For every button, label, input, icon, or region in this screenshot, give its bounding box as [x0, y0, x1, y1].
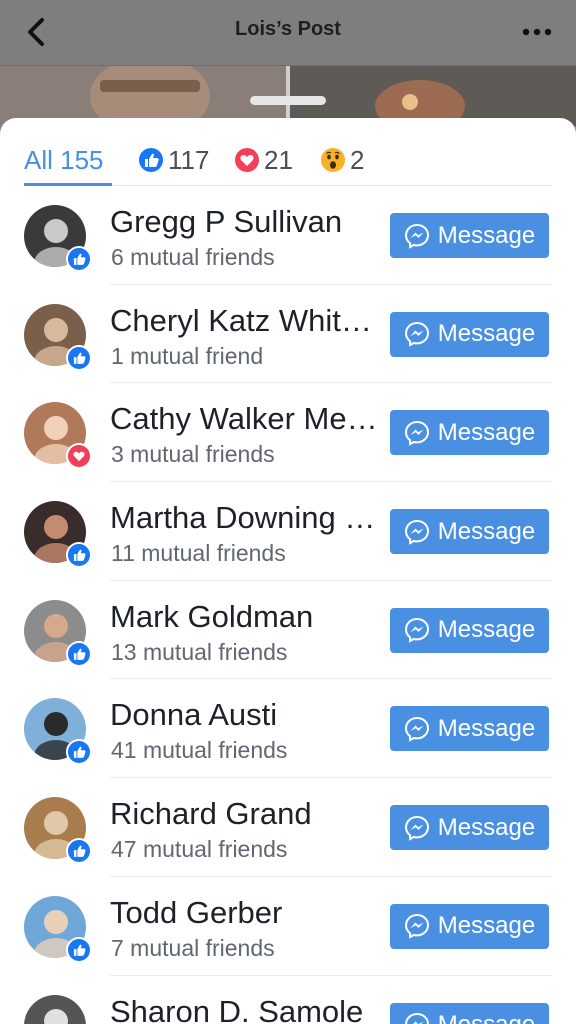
messenger-icon: [404, 420, 429, 446]
message-button[interactable]: Message: [390, 607, 549, 653]
message-button-label: Message: [438, 1011, 535, 1024]
message-button-label: Message: [437, 714, 536, 742]
drag-handle[interactable]: [250, 96, 326, 105]
list-item[interactable]: Richard Grand 47 mutual friends Message: [0, 778, 576, 877]
reaction-badge: [66, 246, 92, 272]
message-button[interactable]: Message: [390, 706, 549, 752]
heart-icon: [235, 148, 259, 172]
tab-all-label: All 155: [24, 144, 104, 175]
reaction-badge: [66, 838, 92, 865]
like-icon: [139, 148, 163, 172]
like-icon: [68, 248, 90, 270]
page-title: Lois’s Post: [235, 18, 341, 40]
tab-wow-count: 2: [350, 144, 365, 175]
message-button-label: Message: [437, 517, 536, 545]
message-button-label: Message: [437, 813, 536, 841]
list-item[interactable]: Donna Austi 41 mutual friends Message: [0, 679, 576, 779]
person-name[interactable]: Todd Gerber: [110, 895, 382, 931]
message-button[interactable]: Message: [390, 805, 549, 851]
person-name[interactable]: Cathy Walker Meyers: [110, 401, 382, 437]
message-button-label: Message: [437, 221, 536, 249]
avatar[interactable]: [24, 994, 86, 1024]
top-nav-bar: Lois’s Post: [0, 0, 576, 66]
like-icon: [68, 642, 90, 665]
message-button[interactable]: Message: [390, 1002, 549, 1024]
list-item[interactable]: Martha Downing Fischer 11 mutual friends M…: [0, 482, 576, 581]
person-name[interactable]: Cheryl Katz Whitman: [110, 303, 382, 339]
mutual-friends: 1 mutual friend: [111, 342, 264, 369]
list-item[interactable]: Sharon D. Samole Message: [0, 976, 576, 1024]
list-item[interactable]: Mark Goldman 13 mutual friends Message: [0, 581, 576, 680]
messenger-icon: [404, 1012, 429, 1024]
heart-icon: [68, 445, 90, 468]
reaction-badge: [66, 542, 92, 569]
message-button-label: Message: [437, 320, 536, 348]
more-options-button[interactable]: [520, 20, 554, 44]
mutual-friends: 6 mutual friends: [111, 244, 275, 270]
message-button[interactable]: Message: [390, 410, 549, 456]
list-item[interactable]: Todd Gerber 7 mutual friends Message: [0, 877, 576, 976]
reaction-badge: [66, 443, 92, 470]
message-button-label: Message: [437, 418, 536, 446]
like-icon: [68, 346, 90, 369]
list-item[interactable]: Gregg P Sullivan 6 mutual friends Message: [0, 186, 576, 285]
list-item[interactable]: Cathy Walker Meyers 3 mutual friends Messa…: [0, 383, 576, 483]
person-name[interactable]: Martha Downing Fischer: [110, 500, 382, 536]
message-button[interactable]: Message: [390, 903, 549, 949]
wow-icon: [321, 148, 345, 172]
reactions-sheet: All 155 117 21 2 Gregg P Sullivan 6 mutu…: [0, 118, 576, 1024]
messenger-icon: [404, 519, 429, 545]
person-name[interactable]: Richard Grand: [110, 796, 382, 832]
reaction-tabs: All 155 117 21 2: [24, 136, 552, 186]
reaction-badge: [66, 739, 92, 766]
person-name[interactable]: Gregg P Sullivan: [110, 204, 382, 240]
messenger-icon: [404, 815, 429, 841]
person-name[interactable]: Donna Austi: [110, 697, 382, 733]
tab-like-count: 117: [168, 144, 210, 175]
messenger-icon: [404, 618, 429, 643]
messenger-icon: [404, 914, 429, 940]
mutual-friends: 3 mutual friends: [111, 441, 275, 468]
list-item[interactable]: Cheryl Katz Whitman 1 mutual friend Messag…: [0, 285, 576, 384]
tab-wow[interactable]: 2: [320, 136, 364, 184]
tab-all[interactable]: All 155: [24, 136, 104, 184]
message-button-label: Message: [437, 616, 536, 644]
message-button[interactable]: Message: [390, 213, 549, 258]
reaction-badge: [66, 344, 92, 371]
like-icon: [68, 741, 90, 764]
messenger-icon: [404, 322, 429, 347]
tab-love[interactable]: 21: [234, 136, 293, 184]
tab-like[interactable]: 117: [138, 136, 209, 184]
reactions-screen: Lois’s Post All 155 117 21 2 Gregg P Sul…: [0, 0, 576, 1024]
mutual-friends: 11 mutual friends: [111, 540, 286, 567]
person-name[interactable]: Mark Goldman: [110, 599, 382, 635]
person-name[interactable]: Sharon D. Samole: [110, 994, 382, 1024]
messenger-icon: [404, 716, 429, 742]
reaction-badge: [66, 640, 92, 667]
reaction-badge: [66, 936, 92, 963]
like-icon: [68, 840, 90, 863]
tab-love-count: 21: [264, 144, 293, 175]
mutual-friends: 41 mutual friends: [111, 737, 288, 764]
like-icon: [68, 938, 90, 961]
like-icon: [68, 544, 90, 567]
more-horizontal-icon: [522, 28, 552, 36]
mutual-friends: 13 mutual friends: [111, 638, 288, 665]
mutual-friends: 7 mutual friends: [111, 934, 275, 961]
message-button-label: Message: [437, 912, 536, 940]
mutual-friends: 47 mutual friends: [111, 836, 288, 863]
message-button[interactable]: Message: [390, 509, 549, 555]
message-button[interactable]: Message: [390, 311, 549, 357]
messenger-icon: [404, 223, 429, 249]
reactors-list: Gregg P Sullivan 6 mutual friends Message C…: [0, 186, 576, 1024]
